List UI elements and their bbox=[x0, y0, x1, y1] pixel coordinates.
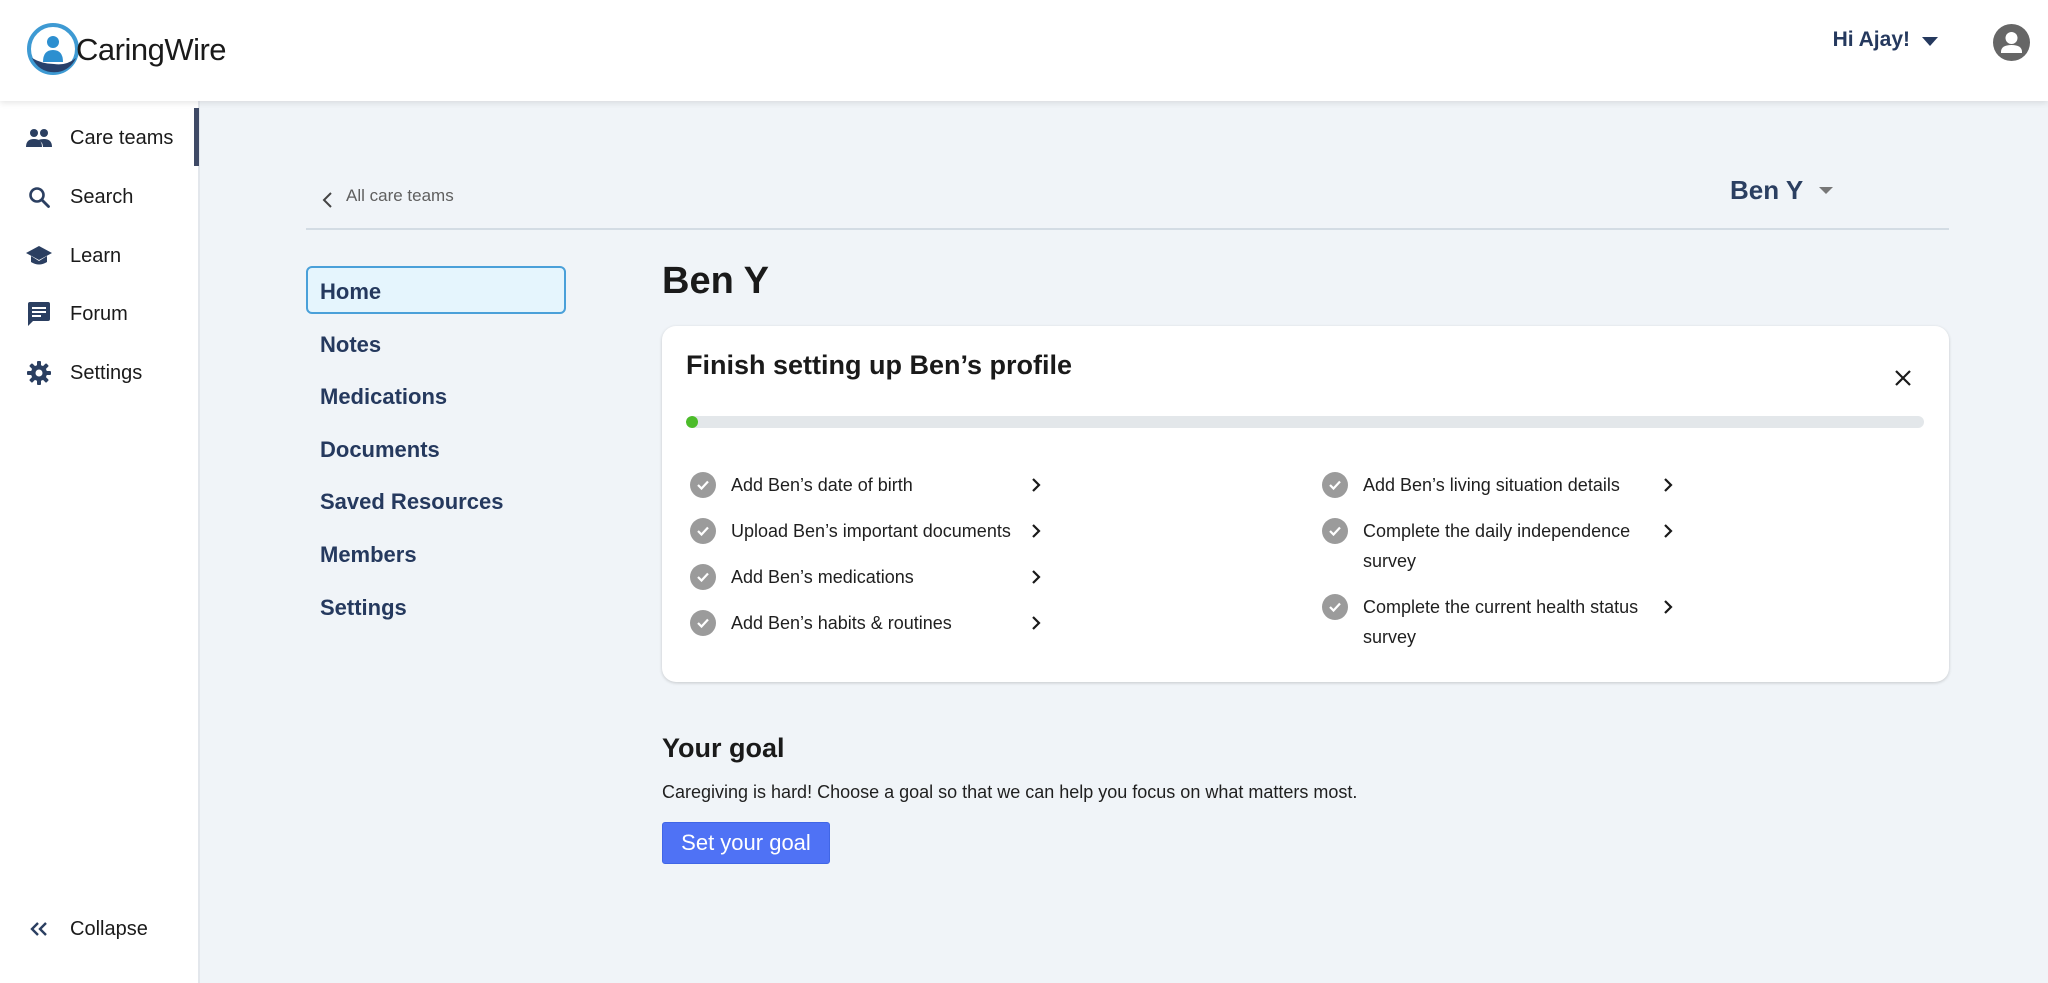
check-circle-icon bbox=[690, 472, 716, 498]
check-circle-icon bbox=[690, 610, 716, 636]
sidebar-item-settings[interactable]: Settings bbox=[0, 348, 196, 398]
caret-down-icon bbox=[1819, 187, 1834, 194]
brand-name: CaringWire bbox=[76, 32, 227, 67]
caringwire-logo-icon bbox=[27, 23, 79, 75]
sidebar-item-forum[interactable]: Forum bbox=[0, 289, 196, 339]
double-chevron-left-icon bbox=[25, 915, 53, 943]
graduation-cap-icon bbox=[25, 242, 53, 270]
subnav-item-documents[interactable]: Documents bbox=[306, 424, 566, 472]
chevron-left-icon bbox=[322, 192, 332, 208]
collapse-label: Collapse bbox=[70, 917, 148, 940]
task-label: Complete the daily independence survey bbox=[1363, 521, 1631, 571]
top-bar: CaringWire Hi Ajay! bbox=[0, 0, 2048, 101]
check-circle-icon bbox=[1322, 594, 1348, 620]
brand-logo[interactable]: CaringWire bbox=[26, 20, 227, 80]
subnav-item-notes[interactable]: Notes bbox=[306, 319, 566, 367]
sidebar-item-label: Care teams bbox=[70, 126, 174, 149]
set-goal-button[interactable]: Set your goal bbox=[662, 822, 830, 864]
chevron-right-icon bbox=[1032, 570, 1041, 584]
sidebar-item-label: Learn bbox=[70, 244, 122, 267]
profile-setup-card: Finish setting up Ben’s profile Add Ben’… bbox=[662, 326, 1949, 682]
task-label: Add Ben’s medications bbox=[731, 567, 914, 587]
task-health-status-survey[interactable]: Complete the current health status surve… bbox=[1322, 594, 1673, 652]
check-circle-icon bbox=[690, 564, 716, 590]
task-label: Add Ben’s living situation details bbox=[1363, 475, 1620, 495]
task-living-situation[interactable]: Add Ben’s living situation details bbox=[1322, 472, 1673, 500]
sidebar-item-label: Settings bbox=[70, 361, 143, 384]
people-icon bbox=[25, 124, 53, 152]
profile-setup-title: Finish setting up Ben’s profile bbox=[686, 350, 1073, 380]
care-recipient-selector[interactable]: Ben Y bbox=[1730, 175, 1834, 206]
chevron-right-icon bbox=[1664, 524, 1673, 538]
task-label: Add Ben’s date of birth bbox=[731, 475, 913, 495]
subnav-item-saved-resources[interactable]: Saved Resources bbox=[306, 476, 566, 524]
sidebar-item-care-teams[interactable]: Care teams bbox=[0, 113, 196, 163]
goal-title: Your goal bbox=[662, 733, 785, 763]
header-divider bbox=[306, 228, 1949, 230]
care-team-subnav: Home Notes Medications Documents Saved R… bbox=[306, 266, 566, 634]
chevron-right-icon bbox=[1032, 524, 1041, 538]
chevron-right-icon bbox=[1032, 616, 1041, 630]
check-circle-icon bbox=[690, 518, 716, 544]
sidebar-item-learn[interactable]: Learn bbox=[0, 231, 196, 281]
sidebar-item-label: Forum bbox=[70, 302, 128, 325]
sidebar-item-label: Search bbox=[70, 185, 134, 208]
user-menu[interactable]: Hi Ajay! bbox=[1833, 28, 1938, 52]
task-add-habits-routines[interactable]: Add Ben’s habits & routines bbox=[690, 610, 1041, 638]
task-upload-documents[interactable]: Upload Ben’s important documents bbox=[690, 518, 1041, 546]
check-circle-icon bbox=[1322, 518, 1348, 544]
sidebar-item-search[interactable]: Search bbox=[0, 172, 196, 222]
chevron-right-icon bbox=[1032, 478, 1041, 492]
profile-progress-fill bbox=[686, 416, 699, 428]
forum-icon bbox=[25, 300, 53, 328]
sidebar: Care teams Search Learn Forum Settings C… bbox=[0, 101, 200, 983]
collapse-sidebar-button[interactable]: Collapse bbox=[0, 904, 196, 954]
task-label: Add Ben’s habits & routines bbox=[731, 613, 952, 633]
page-title: Ben Y bbox=[662, 260, 770, 302]
user-greeting: Hi Ajay! bbox=[1832, 28, 1910, 51]
close-icon[interactable] bbox=[1891, 366, 1915, 390]
task-add-date-of-birth[interactable]: Add Ben’s date of birth bbox=[690, 472, 1041, 500]
chevron-right-icon bbox=[1664, 600, 1673, 614]
caret-down-icon bbox=[1922, 36, 1938, 46]
subnav-item-medications[interactable]: Medications bbox=[306, 371, 566, 419]
gear-icon bbox=[25, 359, 53, 387]
back-to-all-care-teams-link[interactable]: All care teams bbox=[320, 182, 454, 210]
active-indicator bbox=[194, 108, 199, 166]
task-label: Upload Ben’s important documents bbox=[731, 521, 1011, 541]
task-daily-independence-survey[interactable]: Complete the daily independence survey bbox=[1322, 518, 1673, 576]
task-label: Complete the current health status surve… bbox=[1363, 597, 1639, 647]
account-circle-icon[interactable] bbox=[1993, 24, 2030, 61]
subnav-item-members[interactable]: Members bbox=[306, 529, 566, 577]
subnav-item-home[interactable]: Home bbox=[306, 266, 566, 314]
selected-care-recipient: Ben Y bbox=[1730, 175, 1804, 205]
profile-progress-bar bbox=[686, 416, 1924, 428]
subnav-item-settings[interactable]: Settings bbox=[306, 582, 566, 630]
breadcrumb-label: All care teams bbox=[346, 186, 454, 205]
goal-description: Caregiving is hard! Choose a goal so tha… bbox=[662, 782, 1358, 802]
chevron-right-icon bbox=[1664, 478, 1673, 492]
search-icon bbox=[25, 183, 53, 211]
task-add-medications[interactable]: Add Ben’s medications bbox=[690, 564, 1041, 592]
check-circle-icon bbox=[1322, 472, 1348, 498]
